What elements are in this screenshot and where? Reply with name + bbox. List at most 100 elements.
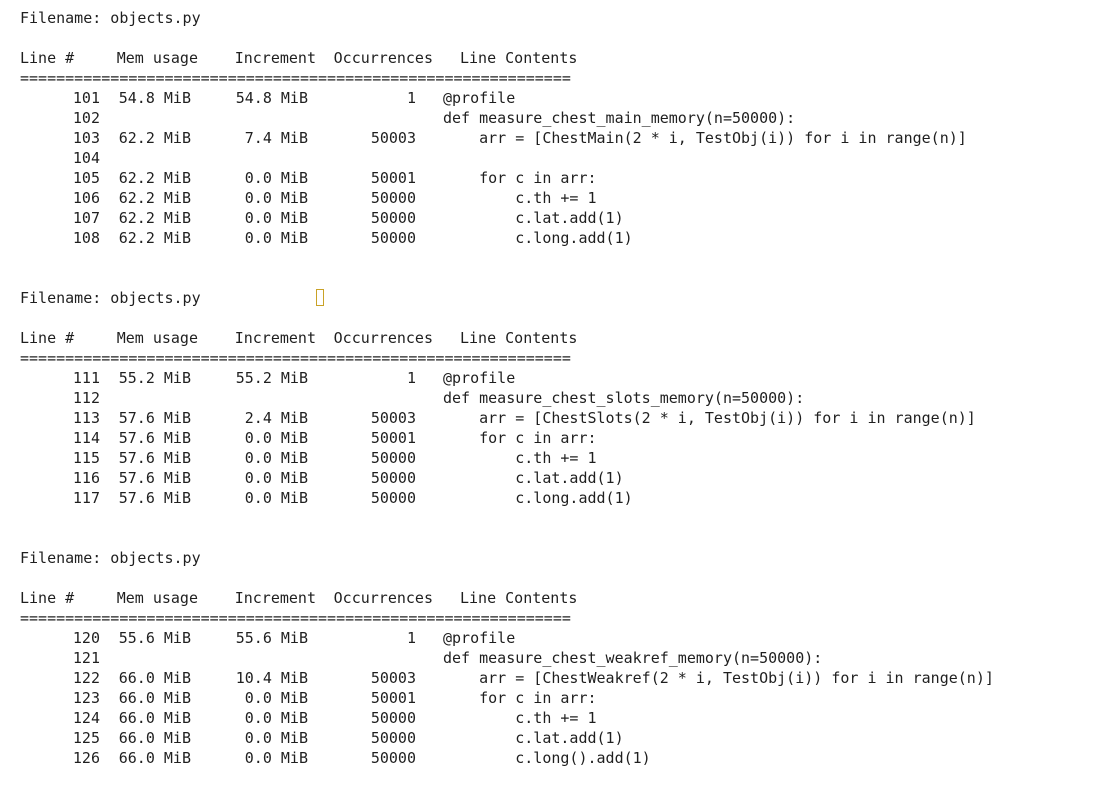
table-row: 124 66.0 MiB 0.0 MiB 50000 c.th += 1 [20, 708, 994, 728]
header-line-no: Line # [20, 49, 75, 67]
line-number: 124 [72, 709, 100, 727]
mem-usage: 62.2 MiB [118, 209, 191, 227]
line-contents: def measure_chest_slots_memory(n=50000): [443, 389, 805, 407]
occurrences: 50000 [370, 189, 416, 207]
mem-usage: 66.0 MiB [118, 749, 191, 767]
table-row: 103 62.2 MiB 7.4 MiB 50003 arr = [ChestMain… [20, 128, 994, 148]
occurrences: 50003 [370, 409, 416, 427]
line-contents: c.th += 1 [443, 449, 597, 467]
increment: 7.4 MiB [244, 129, 308, 147]
table-row: 123 66.0 MiB 0.0 MiB 50001 for c in arr: [20, 688, 994, 708]
column-header: Line # Mem usage Increment Occurrences Line … [20, 328, 994, 348]
line-number: 114 [72, 429, 100, 447]
increment: 54.8 MiB [235, 89, 308, 107]
mem-usage: 55.6 MiB [118, 629, 191, 647]
line-number: 101 [72, 89, 100, 107]
table-row: 117 57.6 MiB 0.0 MiB 50000 c.long.add(1) [20, 488, 994, 508]
occurrences: 50001 [370, 169, 416, 187]
line-contents: @profile [443, 89, 516, 107]
table-row: 114 57.6 MiB 0.0 MiB 50001 for c in arr: [20, 428, 994, 448]
header-increment: Increment [234, 589, 316, 607]
filename-label: Filename: objects.py [20, 289, 201, 307]
line-contents: for c in arr: [443, 429, 597, 447]
line-contents: def measure_chest_main_memory(n=50000): [443, 109, 796, 127]
profile-section: Filename: objects.py Line # Mem usage Incre… [20, 8, 994, 248]
mem-usage: 57.6 MiB [118, 449, 191, 467]
table-row: 121 def measure_chest_weakref_memory(n=50… [20, 648, 994, 668]
line-number: 115 [72, 449, 100, 467]
text-cursor [316, 289, 324, 306]
filename-label: Filename: objects.py [20, 549, 201, 567]
table-row: 106 62.2 MiB 0.0 MiB 50000 c.th += 1 [20, 188, 994, 208]
mem-usage: 55.2 MiB [118, 369, 191, 387]
increment: 0.0 MiB [244, 449, 308, 467]
mem-usage: 66.0 MiB [118, 689, 191, 707]
header-line-no: Line # [20, 589, 75, 607]
line-contents: arr = [ChestMain(2 * i, TestObj(i)) for … [443, 129, 967, 147]
header-increment: Increment [234, 329, 316, 347]
line-number: 102 [72, 109, 100, 127]
line-contents: for c in arr: [443, 169, 597, 187]
line-contents: c.lat.add(1) [443, 209, 624, 227]
header-mem-usage: Mem usage [116, 589, 198, 607]
mem-usage: 62.2 MiB [118, 189, 191, 207]
increment: 0.0 MiB [244, 469, 308, 487]
line-contents: c.th += 1 [443, 709, 597, 727]
header-mem-usage: Mem usage [116, 49, 198, 67]
table-row: 105 62.2 MiB 0.0 MiB 50001 for c in arr: [20, 168, 994, 188]
increment: 0.0 MiB [244, 169, 308, 187]
mem-usage: 62.2 MiB [118, 229, 191, 247]
table-row: 115 57.6 MiB 0.0 MiB 50000 c.th += 1 [20, 448, 994, 468]
increment: 55.6 MiB [235, 629, 308, 647]
occurrences: 50000 [370, 209, 416, 227]
line-number: 126 [72, 749, 100, 767]
increment: 0.0 MiB [244, 489, 308, 507]
mem-usage: 57.6 MiB [118, 429, 191, 447]
increment: 55.2 MiB [235, 369, 308, 387]
header-mem-usage: Mem usage [116, 329, 198, 347]
profile-section: Filename: objects.py Line # Mem usage Incre… [20, 508, 994, 768]
line-number: 111 [72, 369, 100, 387]
occurrences: 50000 [370, 469, 416, 487]
line-contents: def measure_chest_weakref_memory(n=50000… [443, 649, 823, 667]
increment: 0.0 MiB [244, 429, 308, 447]
line-number: 105 [72, 169, 100, 187]
occurrences: 50001 [370, 689, 416, 707]
line-contents: @profile [443, 369, 516, 387]
header-occurrences: Occurrences [333, 49, 433, 67]
header-increment: Increment [234, 49, 316, 67]
table-row: 107 62.2 MiB 0.0 MiB 50000 c.lat.add(1) [20, 208, 994, 228]
table-row: 104 [20, 148, 994, 168]
occurrences: 50001 [370, 429, 416, 447]
table-row: 122 66.0 MiB 10.4 MiB 50003 arr = [ChestWea… [20, 668, 994, 688]
line-contents: for c in arr: [443, 689, 597, 707]
mem-usage: 57.6 MiB [118, 469, 191, 487]
occurrences: 50000 [370, 709, 416, 727]
increment: 0.0 MiB [244, 189, 308, 207]
line-contents: c.long.add(1) [443, 489, 633, 507]
column-header: Line # Mem usage Increment Occurrences Line … [20, 48, 994, 68]
mem-usage: 57.6 MiB [118, 489, 191, 507]
line-number: 106 [72, 189, 100, 207]
table-row: 101 54.8 MiB 54.8 MiB 1 @profile [20, 88, 994, 108]
mem-usage: 57.6 MiB [118, 409, 191, 427]
occurrences: 1 [406, 89, 416, 107]
header-line-contents: Line Contents [460, 329, 578, 347]
header-occurrences: Occurrences [333, 589, 433, 607]
header-occurrences: Occurrences [333, 329, 433, 347]
header-line-contents: Line Contents [460, 49, 578, 67]
line-contents: c.th += 1 [443, 189, 597, 207]
increment: 0.0 MiB [244, 689, 308, 707]
occurrences: 50003 [370, 129, 416, 147]
occurrences: 1 [406, 629, 416, 647]
header-line-no: Line # [20, 329, 75, 347]
line-number: 121 [72, 649, 100, 667]
line-number: 108 [72, 229, 100, 247]
header-line-contents: Line Contents [460, 589, 578, 607]
line-number: 113 [72, 409, 100, 427]
profiler-output: Filename: objects.py Line # Mem usage Incre… [20, 8, 994, 768]
table-row: 113 57.6 MiB 2.4 MiB 50003 arr = [ChestSlot… [20, 408, 994, 428]
filename-label: Filename: objects.py [20, 9, 201, 27]
